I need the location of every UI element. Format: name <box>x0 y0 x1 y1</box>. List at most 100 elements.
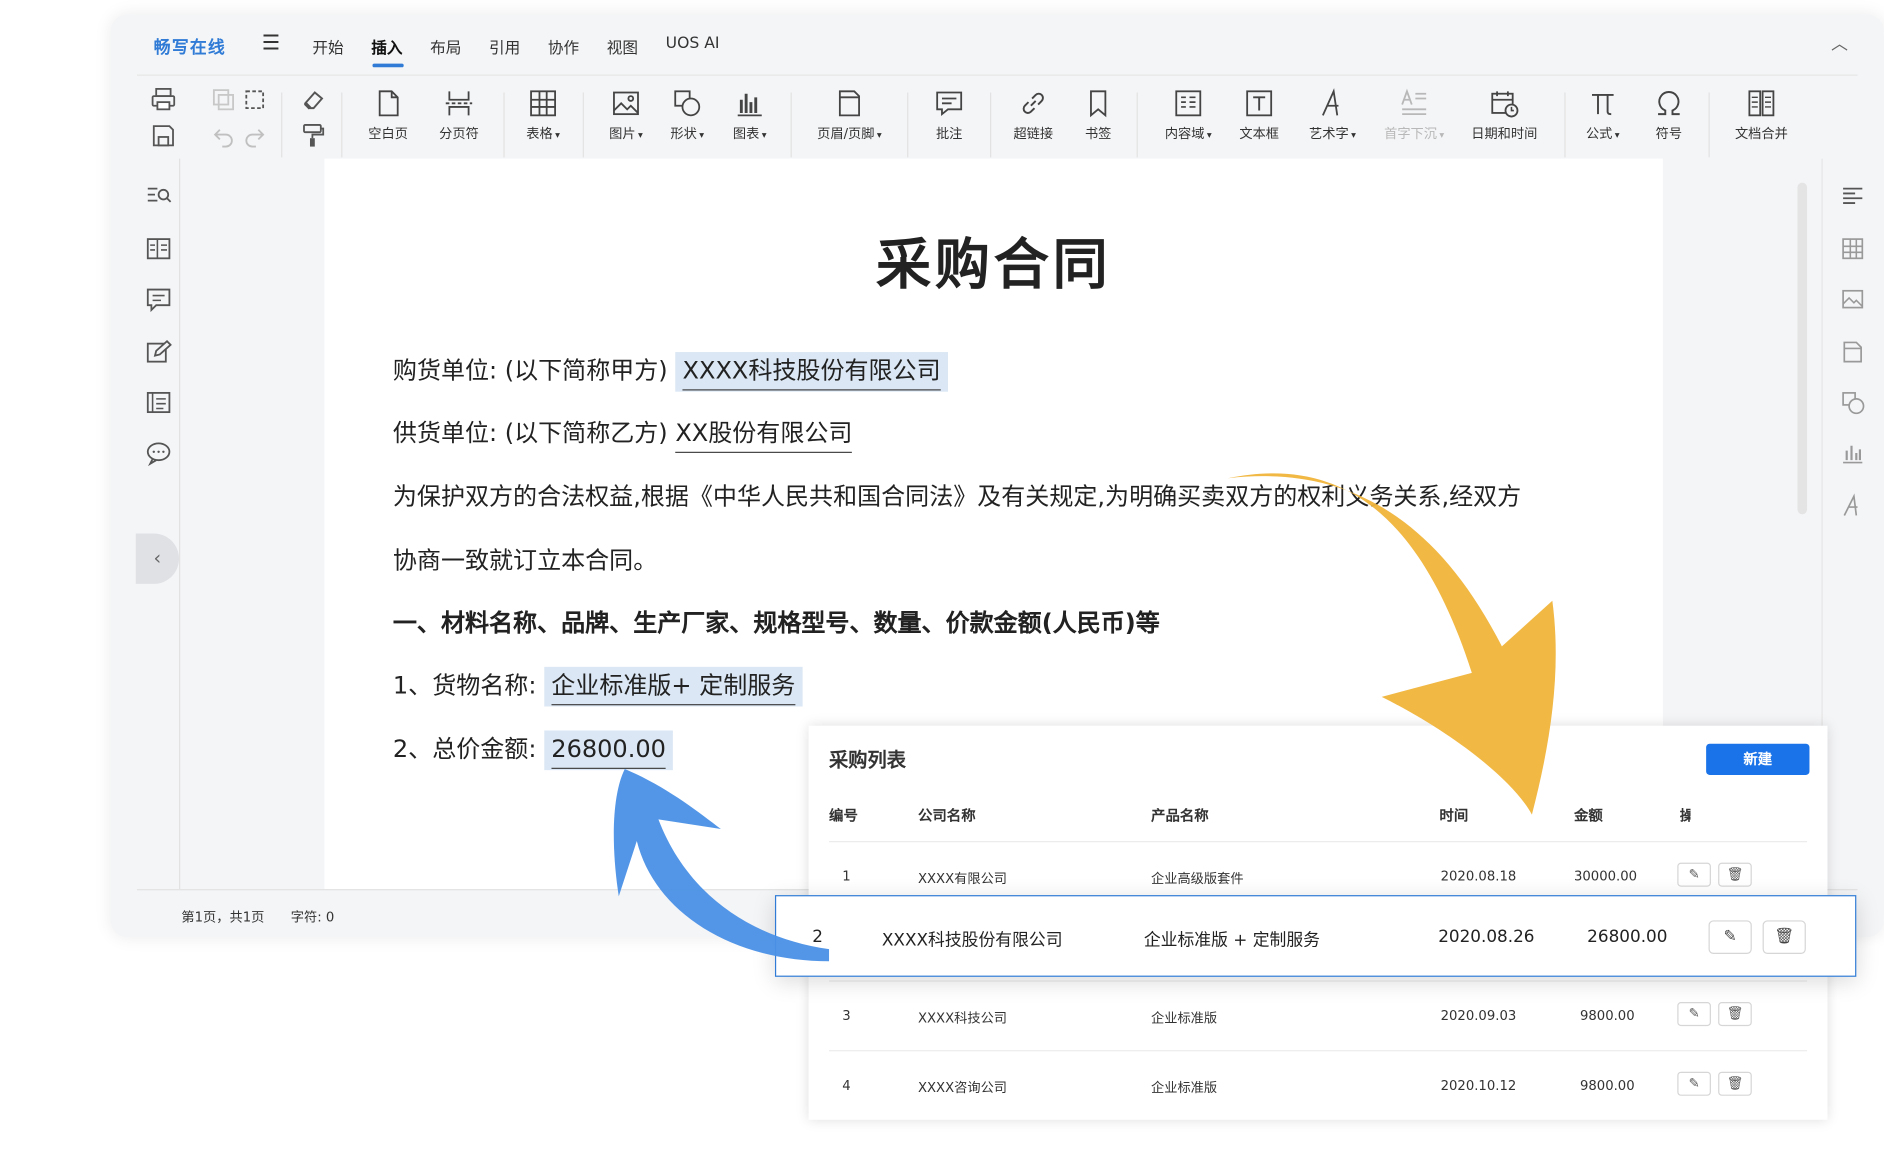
content-field-icon <box>1175 90 1202 117</box>
scroll-thumb[interactable] <box>1797 182 1808 515</box>
menu-bar: 畅写在线 ☰ 开始 插入 布局 引用 协作 视图 UOS AI ︿ <box>111 14 1884 74</box>
blank-page-button[interactable]: 空白页 <box>362 88 415 143</box>
image-button[interactable]: 图片 ▾ <box>602 88 650 143</box>
row-amount: 26800.00 <box>1587 927 1668 947</box>
table-button[interactable]: 表格 ▾ <box>519 88 567 143</box>
image-settings-icon[interactable] <box>1839 286 1865 312</box>
table-label: 表格 ▾ <box>526 126 560 142</box>
edit-icon[interactable]: ✎ <box>1677 1071 1711 1096</box>
delete-icon[interactable]: 🗑 <box>1762 920 1806 954</box>
hamburger-menu-icon[interactable]: ☰ <box>262 31 280 55</box>
header-footer-button[interactable]: 页眉/页脚 ▾ <box>810 88 889 143</box>
content-field-label: 内容域 ▾ <box>1164 126 1212 142</box>
search-replace-icon[interactable] <box>145 183 172 209</box>
navigation-icon[interactable] <box>145 235 171 261</box>
toolbar-separator <box>582 92 584 158</box>
new-button[interactable]: 新建 <box>1706 743 1810 775</box>
blank-page-icon <box>378 90 399 117</box>
cut-icon[interactable] <box>240 85 269 114</box>
formula-button[interactable]: 公式 ▾ <box>1579 88 1627 143</box>
row-amount: 30000.00 <box>1573 868 1638 885</box>
menu-home[interactable]: 开始 <box>312 35 343 58</box>
row-company: XXXX有限公司 <box>917 871 1008 887</box>
comment-icon <box>936 91 963 117</box>
shape-icon <box>674 90 701 117</box>
merge-document-label: 文档合并 <box>1734 126 1788 142</box>
print-icon[interactable] <box>149 85 178 114</box>
edit-icon[interactable]: ✎ <box>1677 862 1711 887</box>
paragraph-settings-icon[interactable] <box>1839 183 1865 209</box>
datetime-button[interactable]: 日期和时间 <box>1468 88 1540 143</box>
copy-icon[interactable] <box>209 85 238 114</box>
total-label: 2、总价金额: <box>392 734 545 763</box>
goods-value: 企业标准版+ 定制服务 <box>551 670 796 706</box>
page-break-button[interactable]: 分页符 <box>430 88 488 143</box>
wordart-settings-icon[interactable] <box>1839 493 1865 519</box>
toolbar-separator <box>1564 92 1566 158</box>
purchase-list-title: 采购列表 <box>829 748 906 772</box>
page-break-icon <box>445 91 473 116</box>
shape-button[interactable]: 形状 ▾ <box>663 88 711 143</box>
page-count: 第1页，共1页 <box>181 909 265 926</box>
blank-page-label: 空白页 <box>368 126 408 142</box>
document-title: 采购合同 <box>875 231 1112 297</box>
wordart-button[interactable]: 艺术字 ▾ <box>1302 88 1362 143</box>
shape-settings-icon[interactable] <box>1839 389 1865 415</box>
track-changes-icon[interactable] <box>145 339 172 365</box>
formula-label: 公式 ▾ <box>1585 126 1620 142</box>
collapse-ribbon-icon[interactable]: ︿ <box>1831 31 1848 55</box>
menu-collaborate[interactable]: 协作 <box>548 35 579 58</box>
bookmark-label: 书签 <box>1084 126 1112 142</box>
paragraph-1: 为保护双方的合法权益,根据《中华人民共和国合同法》及有关规定,为明确买卖双方的权… <box>392 481 1522 511</box>
buyer-value: XXXX科技股份有限公司 <box>682 355 941 391</box>
goods-field[interactable]: 企业标准版+ 定制服务 <box>544 666 803 707</box>
delete-icon[interactable]: 🗑 <box>1718 1002 1752 1027</box>
menu-references[interactable]: 引用 <box>489 35 520 58</box>
image-label: 图片 ▾ <box>609 126 643 142</box>
total-field[interactable]: 26800.00 <box>544 730 674 771</box>
delete-icon[interactable]: 🗑 <box>1718 1071 1752 1096</box>
chat-icon[interactable] <box>145 440 171 467</box>
merge-document-icon <box>1748 90 1775 117</box>
bookmark-button[interactable]: 书签 <box>1077 88 1120 143</box>
chart-settings-icon[interactable] <box>1839 440 1865 466</box>
outline-icon[interactable] <box>145 389 171 415</box>
save-icon[interactable] <box>149 121 178 150</box>
textbox-button[interactable]: 文本框 <box>1235 88 1283 143</box>
selected-table-row[interactable]: 2 XXXX科技股份有限公司 企业标准版 + 定制服务 2020.08.26 2… <box>774 895 1857 977</box>
header-footer-label: 页眉/页脚 ▾ <box>817 126 882 142</box>
merge-document-button[interactable]: 文档合并 <box>1730 88 1792 143</box>
edit-icon[interactable]: ✎ <box>1677 1002 1711 1027</box>
format-painter-icon[interactable] <box>299 121 328 150</box>
section-heading: 一、材料名称、品牌、生产厂家、规格型号、数量、价款金额(人民币)等 <box>392 607 1160 637</box>
toolbar-separator <box>990 92 992 158</box>
table-settings-icon[interactable] <box>1839 235 1865 261</box>
pi-icon <box>1591 93 1614 116</box>
comments-icon[interactable] <box>145 286 171 313</box>
column-header-actions: 操 <box>1680 805 1691 825</box>
header-footer-settings-icon[interactable] <box>1839 339 1865 365</box>
hyperlink-button[interactable]: 超链接 <box>1007 88 1060 143</box>
redo-icon[interactable] <box>240 121 269 150</box>
toolbar-separator <box>907 92 909 158</box>
undo-icon[interactable] <box>209 121 238 150</box>
eraser-icon[interactable] <box>299 85 328 114</box>
menu-view[interactable]: 视图 <box>607 35 638 58</box>
menu-uos-ai[interactable]: UOS AI <box>666 35 720 53</box>
menu-layout[interactable]: 布局 <box>430 35 461 58</box>
menu-insert[interactable]: 插入 <box>371 35 402 58</box>
chart-button[interactable]: 图表 ▾ <box>726 88 774 143</box>
datetime-label: 日期和时间 <box>1471 126 1538 142</box>
delete-icon[interactable]: 🗑 <box>1718 862 1752 887</box>
edit-icon[interactable]: ✎ <box>1708 920 1752 954</box>
content-field-button[interactable]: 内容域 ▾ <box>1158 88 1218 143</box>
comment-button[interactable]: 批注 <box>925 88 973 143</box>
dropcap-button[interactable]: 首字下沉 ▾ <box>1379 88 1449 143</box>
textbox-icon <box>1246 90 1273 117</box>
row-company: XXXX科技股份有限公司 <box>881 931 1063 951</box>
bookmark-icon <box>1090 90 1107 118</box>
row-id: 3 <box>842 1008 851 1024</box>
buyer-field[interactable]: XXXX科技股份有限公司 <box>675 352 948 392</box>
table-icon <box>530 90 556 117</box>
symbol-button[interactable]: 符号 <box>1647 88 1690 143</box>
